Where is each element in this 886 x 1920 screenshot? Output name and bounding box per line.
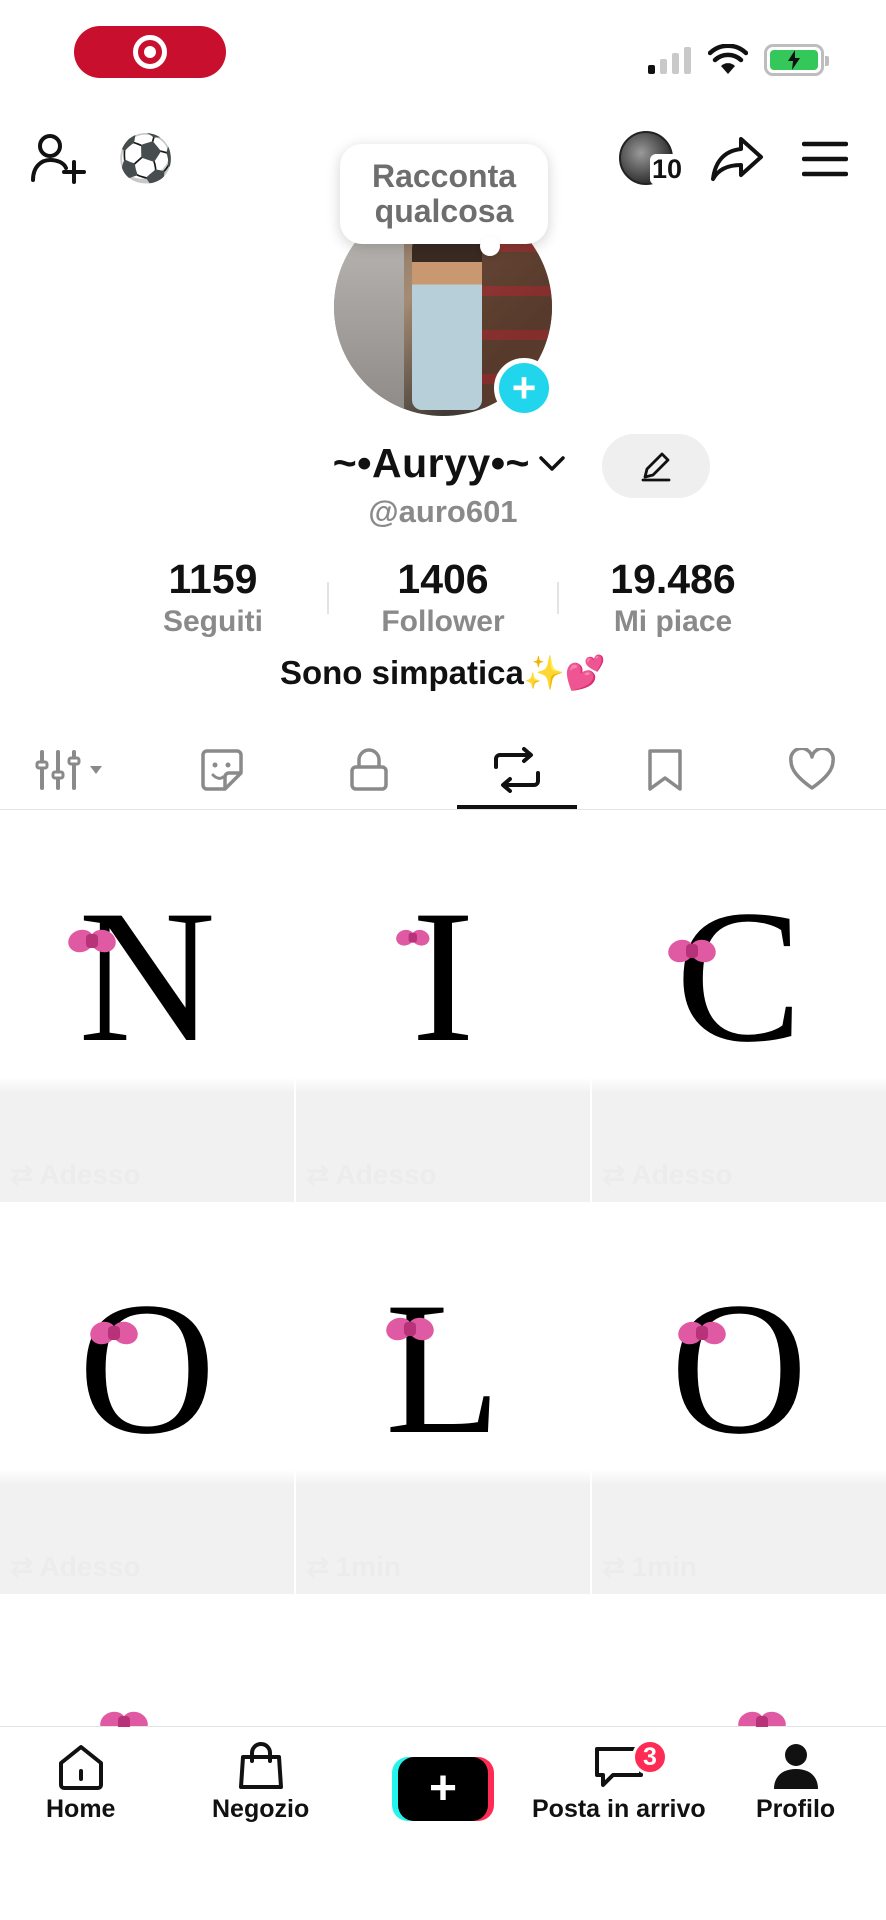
video-time-label: Adesso [335,1158,437,1190]
nav-shop[interactable]: Negozio [212,1741,309,1824]
person-icon [773,1744,818,1789]
chevron-down-icon [539,455,565,471]
home-icon [58,1745,103,1790]
soccer-ball-icon[interactable]: ⚽ [116,130,176,186]
profile-stats: 1159 Seguiti 1406 Follower 19.486 Mi pia… [0,556,886,639]
create-button[interactable]: + [392,1757,494,1821]
nav-inbox[interactable]: Posta in arrivo [532,1741,706,1824]
stat-followers[interactable]: 1406 Follower [329,556,557,639]
repost-small-icon: ⇄ [10,1159,34,1190]
hamburger-menu-icon [802,141,848,177]
stat-likes[interactable]: 19.486 Mi piace [559,556,787,639]
repost-small-icon: ⇄ [10,1551,34,1582]
video-time-label: Adesso [631,1158,733,1190]
grid-filter-icon [35,749,102,790]
video-time: ⇄ Adesso [306,1158,437,1191]
video-time-label: 1min [631,1550,697,1582]
video-letter: O [78,1264,216,1474]
tab-liked[interactable] [738,730,886,809]
video-time-label: Adesso [39,1158,141,1190]
wifi-icon [707,43,749,81]
inbox-unread-badge: 3 [632,1739,668,1775]
record-icon [133,35,167,69]
add-friend-button[interactable] [28,130,88,186]
edit-profile-button[interactable] [602,434,710,498]
video-time-label: 1min [335,1550,401,1582]
grid-video[interactable]: C ⇄ Adesso [592,812,886,1202]
stat-value: 19.486 [610,556,736,602]
tooltip-line-2: qualcosa [374,193,514,229]
profile-tabs [0,730,886,810]
nav-home-label: Home [46,1795,116,1823]
account-switcher[interactable]: ~•Auryy•~ [0,440,600,487]
video-letter: O [670,1264,808,1474]
video-time: ⇄ Adesso [602,1158,733,1191]
tab-reposts[interactable] [443,730,591,809]
repost-icon [493,746,540,793]
video-time: ⇄ Adesso [10,1158,141,1191]
video-time-label: Adesso [39,1550,141,1582]
profile-bio: Sono simpatica✨💕 [279,654,607,691]
video-time: ⇄ Adesso [10,1550,141,1583]
tab-videos[interactable] [0,730,148,809]
share-arrow-icon [711,137,763,181]
stat-following[interactable]: 1159 Seguiti [99,556,327,639]
stat-label: Follower [381,605,505,638]
sticker-icon [200,748,243,791]
profile-name: ~•Auryy•~ [332,440,530,486]
repost-small-icon: ⇄ [602,1551,626,1582]
heart-icon [789,747,836,790]
bookmark-icon [647,748,682,791]
grid-video[interactable] [0,1596,294,1727]
battery-icon [764,44,829,76]
video-time: ⇄ 1min [306,1550,401,1583]
grid-video[interactable]: N ⇄ Adesso [0,812,294,1202]
grid-video[interactable]: O ⇄ 1min [592,1204,886,1594]
nav-shop-label: Negozio [212,1795,310,1823]
repost-small-icon: ⇄ [306,1159,330,1190]
video-letter: N [78,872,216,1082]
stat-value: 1406 [397,556,489,602]
screen-recording-indicator[interactable] [74,26,226,78]
menu-button[interactable] [800,136,850,182]
grid-video[interactable]: O ⇄ Adesso [0,1204,294,1594]
person-plus-icon [31,134,86,184]
grid-video[interactable] [592,1596,886,1727]
nav-inbox-label: Posta in arrivo [532,1795,706,1823]
note-tooltip[interactable]: Racconta qualcosa [340,144,548,256]
plus-icon: + [398,1757,488,1821]
tab-saved[interactable] [591,730,739,809]
status-bar [0,0,886,100]
profile-handle: @auro601 [368,494,518,529]
add-story-button[interactable]: + [494,358,554,418]
stat-value: 1159 [168,556,258,602]
cellular-signal-icon [648,46,691,74]
pencil-icon [641,452,671,482]
video-time: ⇄ 1min [602,1550,697,1583]
tab-private[interactable] [295,730,443,809]
reposts-grid: N ⇄ Adesso I ⇄ Adesso C ⇄ Adesso O ⇄ Adesso … [0,812,886,1727]
tooltip-line-1: Racconta [371,157,517,194]
stat-label: Seguiti [162,605,263,638]
tab-stickers[interactable] [148,730,296,809]
nav-profile[interactable]: Profilo [756,1741,835,1824]
stat-label: Mi piace [613,605,733,638]
grid-video[interactable] [296,1596,590,1727]
lock-icon [350,747,388,791]
bottom-navigation: Home Negozio + Posta in arrivo 3 Profilo [0,1726,886,1920]
video-letter: C [675,872,803,1082]
nav-home[interactable]: Home [46,1741,115,1824]
grid-video[interactable]: I ⇄ Adesso [296,812,590,1202]
grid-video[interactable]: L ⇄ 1min [296,1204,590,1594]
story-count: 10 [650,154,685,185]
repost-small-icon: ⇄ [306,1551,330,1582]
repost-small-icon: ⇄ [602,1159,626,1190]
nav-profile-label: Profilo [756,1795,836,1823]
shopping-bag-icon [238,1742,283,1789]
video-letter: I [411,872,475,1082]
video-letter: L [384,1264,502,1474]
plus-icon: + [511,364,537,411]
share-profile-button[interactable] [708,132,766,186]
